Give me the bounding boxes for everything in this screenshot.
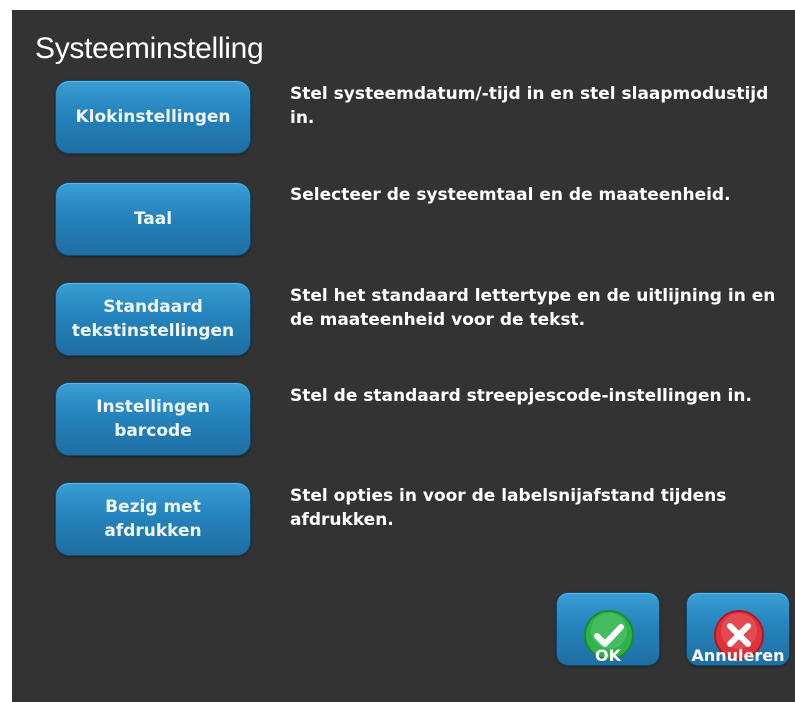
printing-settings-description: Stel opties in voor de labelsnijafstand … [290, 486, 727, 530]
ok-label: OK [595, 646, 621, 665]
button-label-line: Klokinstellingen [75, 107, 231, 127]
button-label: Klokinstellingen [75, 105, 230, 129]
language-button[interactable]: Taal [55, 182, 251, 256]
button-label: Taal [134, 207, 172, 231]
cancel-label: Annuleren [691, 646, 785, 665]
barcode-settings-description: Stel de standaard streepjescode-instelli… [290, 386, 752, 406]
button-label-line: afdrukken [104, 521, 202, 541]
button-label: Bezig met afdrukken [104, 495, 201, 543]
text-settings-button[interactable]: Standaard tekstinstellingen [55, 282, 251, 356]
button-label-line: tekstinstellingen [71, 321, 235, 341]
printing-settings-button[interactable]: Bezig met afdrukken [55, 482, 251, 556]
clock-settings-description: Stel systeemdatum/-tijd in en stel slaap… [290, 84, 769, 128]
button-label-line: Instellingen barcode [96, 397, 210, 441]
button-label-line: Bezig met [105, 497, 201, 517]
button-label: Instellingen barcode [60, 395, 246, 443]
page-title: Systeeminstelling [35, 32, 264, 65]
language-description: Selecteer de systeemtaal en de maateenhe… [290, 185, 731, 205]
button-label: Standaard tekstinstellingen [72, 295, 234, 343]
clock-settings-button[interactable]: Klokinstellingen [55, 80, 251, 154]
text-settings-description: Stel het standaard lettertype en de uitl… [290, 286, 776, 330]
button-label-line: Standaard [103, 297, 203, 317]
settings-screen: Systeeminstelling Klokinstellingen Stel … [12, 10, 795, 702]
barcode-settings-button[interactable]: Instellingen barcode [55, 382, 251, 456]
button-label-line: Taal [133, 209, 173, 229]
